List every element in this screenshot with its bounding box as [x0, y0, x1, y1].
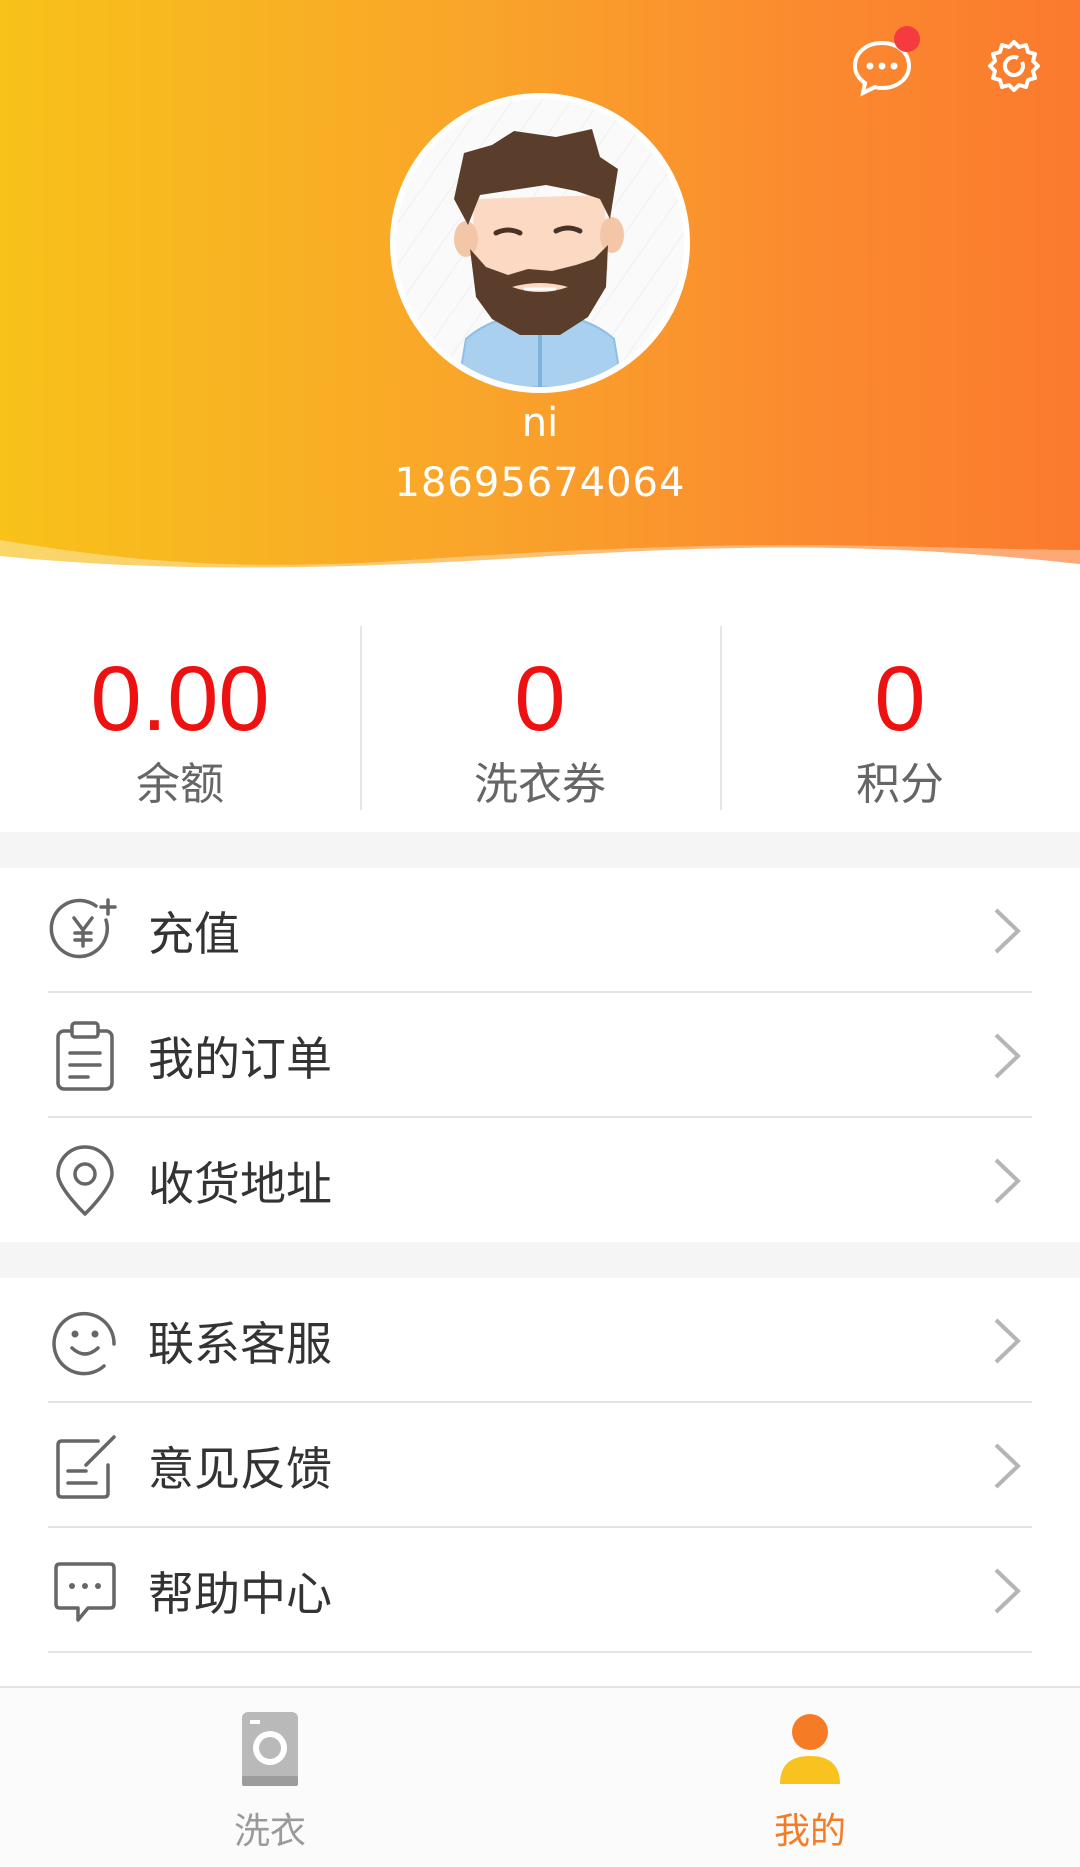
chevron-right-icon: [994, 1318, 1021, 1363]
user-icon: [780, 1714, 840, 1784]
bearded-man-avatar-icon: [396, 99, 684, 387]
chevron-right-icon: [994, 1568, 1021, 1613]
menu-item-label: 联系客服: [148, 1316, 332, 1371]
user-name: ni: [521, 400, 559, 446]
gear-icon: [988, 40, 1040, 92]
user-phone: 18695674064: [394, 460, 686, 506]
tab-mine[interactable]: 我的: [540, 1688, 1080, 1867]
chevron-right-icon: [994, 1443, 1021, 1488]
menu-item-feedback[interactable]: 意见反馈: [0, 1403, 1080, 1528]
avatar[interactable]: [390, 93, 690, 393]
chevron-right-icon: [994, 908, 1021, 953]
divider: [48, 1651, 1032, 1653]
menu-item-orders[interactable]: 我的订单: [0, 993, 1080, 1118]
stat-value: 0: [874, 648, 926, 750]
stat-label: 余额: [136, 759, 224, 810]
menu-item-label: 帮助中心: [148, 1566, 332, 1621]
tab-label: 洗衣: [233, 1811, 306, 1852]
clipboard-icon: [48, 1019, 122, 1093]
bottom-tab-bar: 洗衣 我的: [0, 1686, 1080, 1867]
stat-points[interactable]: 0 积分: [720, 578, 1080, 832]
menu-item-contact-service[interactable]: 联系客服: [0, 1278, 1080, 1403]
chevron-right-icon: [994, 1158, 1021, 1203]
account-stats: 0.00 余额 0 洗衣券 0 积分: [0, 578, 1080, 832]
profile-page: ni 18695674064 0.00 余额 0 洗衣券 0 积分 充值 我的订…: [0, 0, 1080, 1867]
edit-note-icon: [48, 1429, 122, 1503]
stat-value: 0.00: [90, 648, 270, 750]
menu-item-label: 意见反馈: [148, 1441, 332, 1496]
notification-dot: [894, 26, 920, 52]
menu-item-label: 我的订单: [148, 1031, 332, 1086]
chevron-right-icon: [994, 1033, 1021, 1078]
menu-group-support: 联系客服 意见反馈 帮助中心: [0, 1278, 1080, 1698]
location-pin-icon: [48, 1144, 122, 1218]
yuan-plus-icon: [48, 894, 122, 968]
stat-label: 积分: [856, 759, 944, 810]
messages-button[interactable]: [842, 26, 922, 108]
stat-coupons[interactable]: 0 洗衣券: [360, 578, 720, 832]
washing-machine-icon: [242, 1712, 298, 1786]
menu-item-label: 收货地址: [148, 1156, 332, 1211]
menu-item-recharge[interactable]: 充值: [0, 868, 1080, 993]
menu-item-help-center[interactable]: 帮助中心: [0, 1528, 1080, 1653]
stat-balance[interactable]: 0.00 余额: [0, 578, 360, 832]
stat-value: 0: [514, 648, 566, 750]
stat-label: 洗衣券: [474, 759, 606, 810]
message-dots-icon: [48, 1554, 122, 1628]
menu-item-label: 充值: [148, 906, 240, 961]
settings-button[interactable]: [974, 28, 1054, 108]
menu-group-account: 充值 我的订单 收货地址: [0, 868, 1080, 1242]
profile-header: ni 18695674064: [0, 0, 1080, 590]
tab-label: 我的: [773, 1811, 846, 1852]
tab-laundry[interactable]: 洗衣: [0, 1688, 540, 1867]
smiley-icon: [48, 1304, 122, 1378]
menu-item-address[interactable]: 收货地址: [0, 1118, 1080, 1243]
